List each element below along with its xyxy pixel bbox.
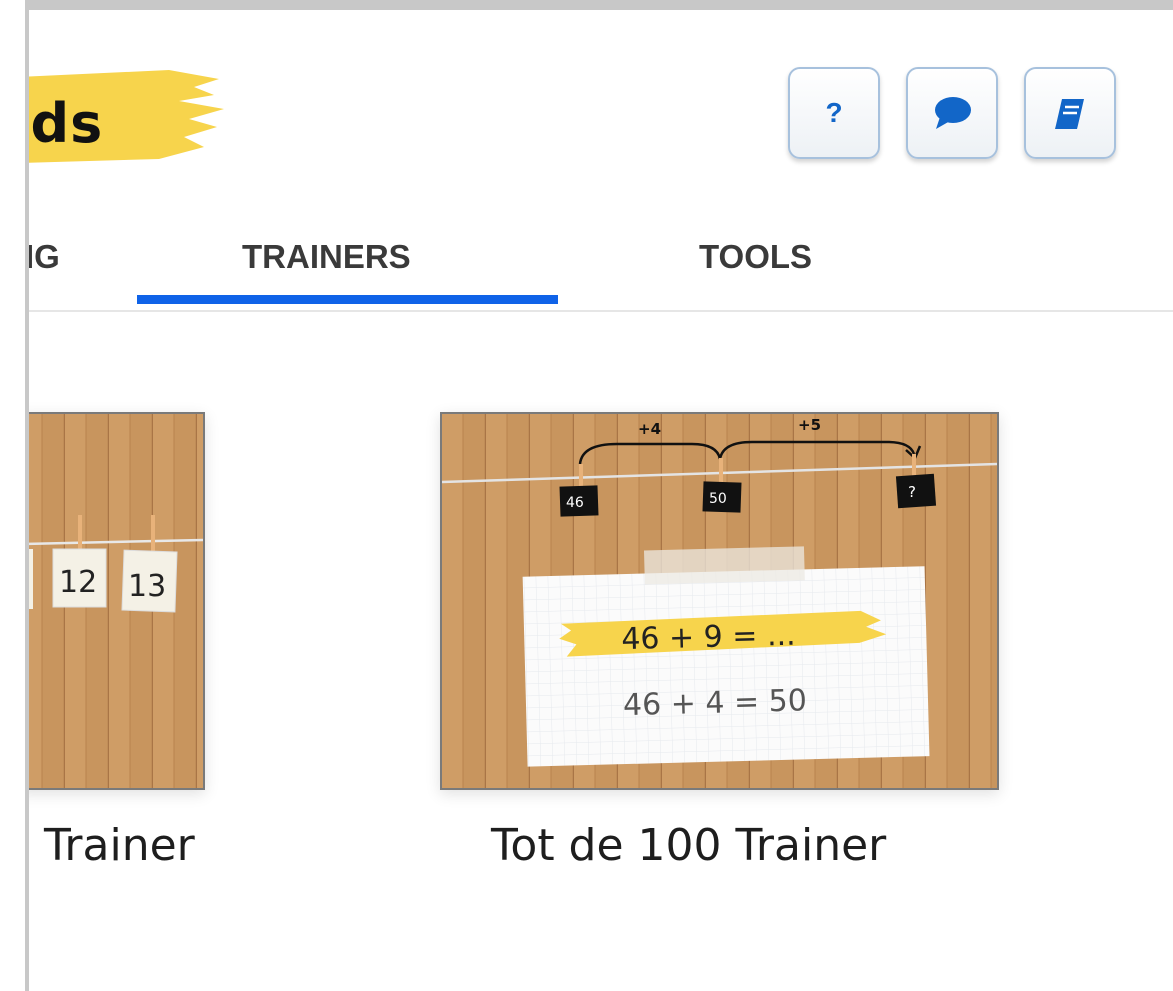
active-tab-indicator (137, 295, 558, 304)
highlight-equation: 46 + 9 = ... (621, 618, 796, 658)
clothesline-card-label: 12 (59, 565, 97, 600)
trainer-card-thumbnail[interactable]: 12 13 (29, 412, 205, 790)
help-button[interactable]: ? (788, 67, 880, 159)
card-title[interactable]: Trainer (44, 820, 195, 871)
jump-label: +5 (798, 416, 821, 434)
number-line-illustration: +4 +5 46 50 ? 46 + 9 = ... 46 + 4 = 50 (442, 414, 997, 788)
helper-equation: 46 + 4 = 50 (623, 683, 808, 723)
speech-bubble-icon (935, 97, 971, 129)
number-tag: 50 (709, 491, 727, 507)
clothesline-card-label: 13 (128, 569, 166, 604)
tot-de-100-trainer-thumbnail[interactable]: +4 +5 46 50 ? 46 + 9 = ... 46 + 4 = 50 (440, 412, 999, 790)
number-tag: 46 (566, 495, 584, 511)
card-title[interactable]: Tot de 100 Trainer (491, 820, 886, 871)
book-button[interactable] (1024, 67, 1116, 159)
counting-line-illustration: 12 13 (29, 414, 203, 788)
page-content: ids ? IG TRAINERS TOOLS (29, 10, 1173, 991)
jump-label: +4 (638, 420, 661, 438)
tab-trainers[interactable]: TRAINERS (242, 238, 411, 276)
book-icon (1055, 99, 1084, 129)
number-tag: ? (908, 483, 916, 501)
logo-text: ids (29, 92, 104, 155)
browser-frame-top (25, 0, 1173, 10)
tab-previous[interactable]: IG (29, 238, 60, 276)
question-icon: ? (825, 97, 843, 128)
tab-tools[interactable]: TOOLS (699, 238, 812, 276)
chat-button[interactable] (906, 67, 998, 159)
